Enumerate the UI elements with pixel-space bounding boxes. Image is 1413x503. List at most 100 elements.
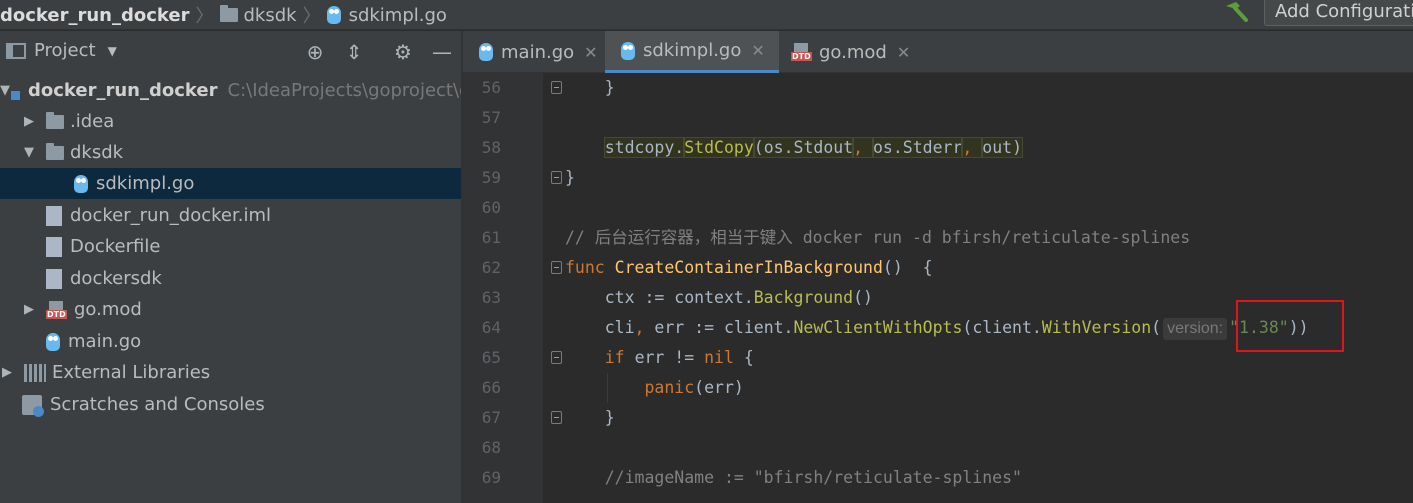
code-token: } [565,168,575,187]
code-token: , [852,137,874,158]
code-text: panic(err) [565,373,744,403]
navigation-bar: docker_run_docker 〉 dksdk 〉 sdkimpl.go A… [0,0,1413,30]
code-token: } [565,408,615,427]
code-token: err != [634,348,705,367]
close-icon[interactable]: ✕ [584,43,597,62]
project-panel-icon [6,42,26,59]
code-text: } [565,163,575,193]
code-text: stdcopy.StdCopy(os.Stdout, os.Stderr, ou… [565,133,1024,163]
chevron-down-icon[interactable]: ▼ [22,145,36,160]
iml-file-icon [46,205,62,226]
tab-go-mod[interactable]: go.mod ✕ [779,31,915,73]
close-icon[interactable]: ✕ [751,41,764,60]
code-editor[interactable]: 56 } 57 58 stdcopy.StdCopy(os.Stdout, os.S… [463,73,1413,503]
chevron-down-icon[interactable]: ▼ [0,83,10,98]
tab-main-go[interactable]: main.go ✕ [463,31,605,73]
editor-tab-bar: main.go ✕ sdkimpl.go ✕ go.mod ✕ [463,31,1413,73]
parameter-hint: version: [1163,318,1228,340]
tree-item[interactable]: ▼ dksdk [0,137,461,168]
tree-item[interactable]: ▼ docker_run_docker C:\IdeaProjects\goproj… [0,75,470,106]
tree-item[interactable]: Dockerfile [0,231,461,262]
code-token: WithVersion [1041,318,1152,337]
code-token: func [565,258,615,277]
project-path: C:\IdeaProjects\goproject\d [227,80,471,101]
line-number: 59 [481,168,501,187]
go-file-icon [621,41,635,60]
dockerfile-icon [46,236,62,257]
fold-marker-icon[interactable] [551,351,562,364]
code-text: ctx := context.Background() [565,283,873,313]
breadcrumb-separator-icon: 〉 [195,6,214,27]
chevron-right-icon[interactable]: ▶ [0,365,14,380]
tree-item-label: sdkimpl.go [96,173,195,194]
breadcrumb-item-sdkimpl[interactable]: sdkimpl.go [326,5,447,26]
line-number: 60 [481,198,501,217]
code-line: 60 [463,193,1413,223]
unknown-file-icon [46,268,62,289]
tab-sdkimpl-go[interactable]: sdkimpl.go ✕ [605,31,779,73]
add-configuration-button[interactable]: Add Configurati [1264,0,1413,26]
gear-icon[interactable]: ⚙ [391,40,415,64]
code-line: 69 //imageName := "bfirsh/reticulate-spl… [463,463,1413,493]
go-file-icon [326,6,341,24]
line-number: 63 [481,288,501,307]
chevron-right-icon[interactable]: ▶ [22,302,36,317]
tree-item[interactable]: main.go [0,326,461,357]
code-text: if err != nil { [565,343,754,373]
code-token: } [565,78,615,97]
code-token: cli [565,318,635,337]
code-text: cli, err := client.NewClientWithOpts(cli… [565,313,1309,343]
line-number: 68 [481,438,501,457]
folder-icon [219,5,238,22]
fold-marker-icon[interactable] [551,261,562,274]
code-token: stdcopy. [603,137,686,158]
project-view-selector[interactable]: Project ▼ [6,40,117,61]
code-token: () { [882,258,933,277]
code-token: NewClientWithOpts [793,318,963,337]
line-number: 61 [481,228,501,247]
scratch-icon [22,394,44,417]
code-token: // 后台运行容器，相当于键入 docker run -d bfirsh/ret… [565,228,1191,247]
tree-item[interactable]: ▶ .idea [0,106,461,137]
code-token: nil [704,348,734,367]
breadcrumb: docker_run_docker 〉 dksdk 〉 sdkimpl.go [0,0,447,30]
line-number: 64 [481,318,501,337]
line-number: 66 [481,378,501,397]
tree-item-label: main.go [68,331,142,352]
breadcrumb-item-dksdk[interactable]: dksdk [219,5,297,26]
chevron-right-icon[interactable]: ▶ [22,114,36,129]
code-token: (os.Stdout [752,137,855,158]
tree-item[interactable]: docker_run_docker.iml [0,200,461,231]
code-line: 59} [463,163,1413,193]
line-number: 65 [481,348,501,367]
collapse-all-icon[interactable]: ⇕ [342,40,366,64]
code-text: } [565,403,615,433]
fold-marker-icon[interactable] [551,171,562,184]
fold-marker-icon[interactable] [551,81,562,94]
breadcrumb-item-project[interactable]: docker_run_docker [0,5,190,26]
code-text: //imageName := "bfirsh/reticulate-spline… [565,463,1022,493]
minimize-icon[interactable]: — [430,40,454,64]
hammer-icon[interactable] [1222,0,1250,22]
tree-item[interactable]: dockersdk [0,263,461,294]
code-token: ctx := context. [565,288,754,307]
breadcrumb-separator-icon: 〉 [302,6,321,27]
tree-item[interactable]: Scratches and Consoles [0,389,461,420]
code-token: (err) [694,378,744,397]
code-token: os.Stderr [871,137,964,158]
code-line: 56 } [463,73,1413,103]
tree-item[interactable]: ▶ External Libraries [0,357,461,388]
locate-icon[interactable]: ⊕ [303,40,327,64]
project-panel-header: Project ▼ ⊕ ⇕ ⚙ — [0,31,461,73]
highlight-annotation-box [1236,300,1344,352]
tree-item[interactable]: ▶ go.mod [0,294,461,325]
code-token: StdCopy [683,137,755,158]
code-token: out) [981,137,1024,158]
code-token: Background [753,288,854,307]
tree-item[interactable]: sdkimpl.go [0,168,461,199]
close-icon[interactable]: ✕ [897,43,910,62]
code-token: CreateContainerInBackground [614,258,883,277]
fold-marker-icon[interactable] [551,411,562,424]
